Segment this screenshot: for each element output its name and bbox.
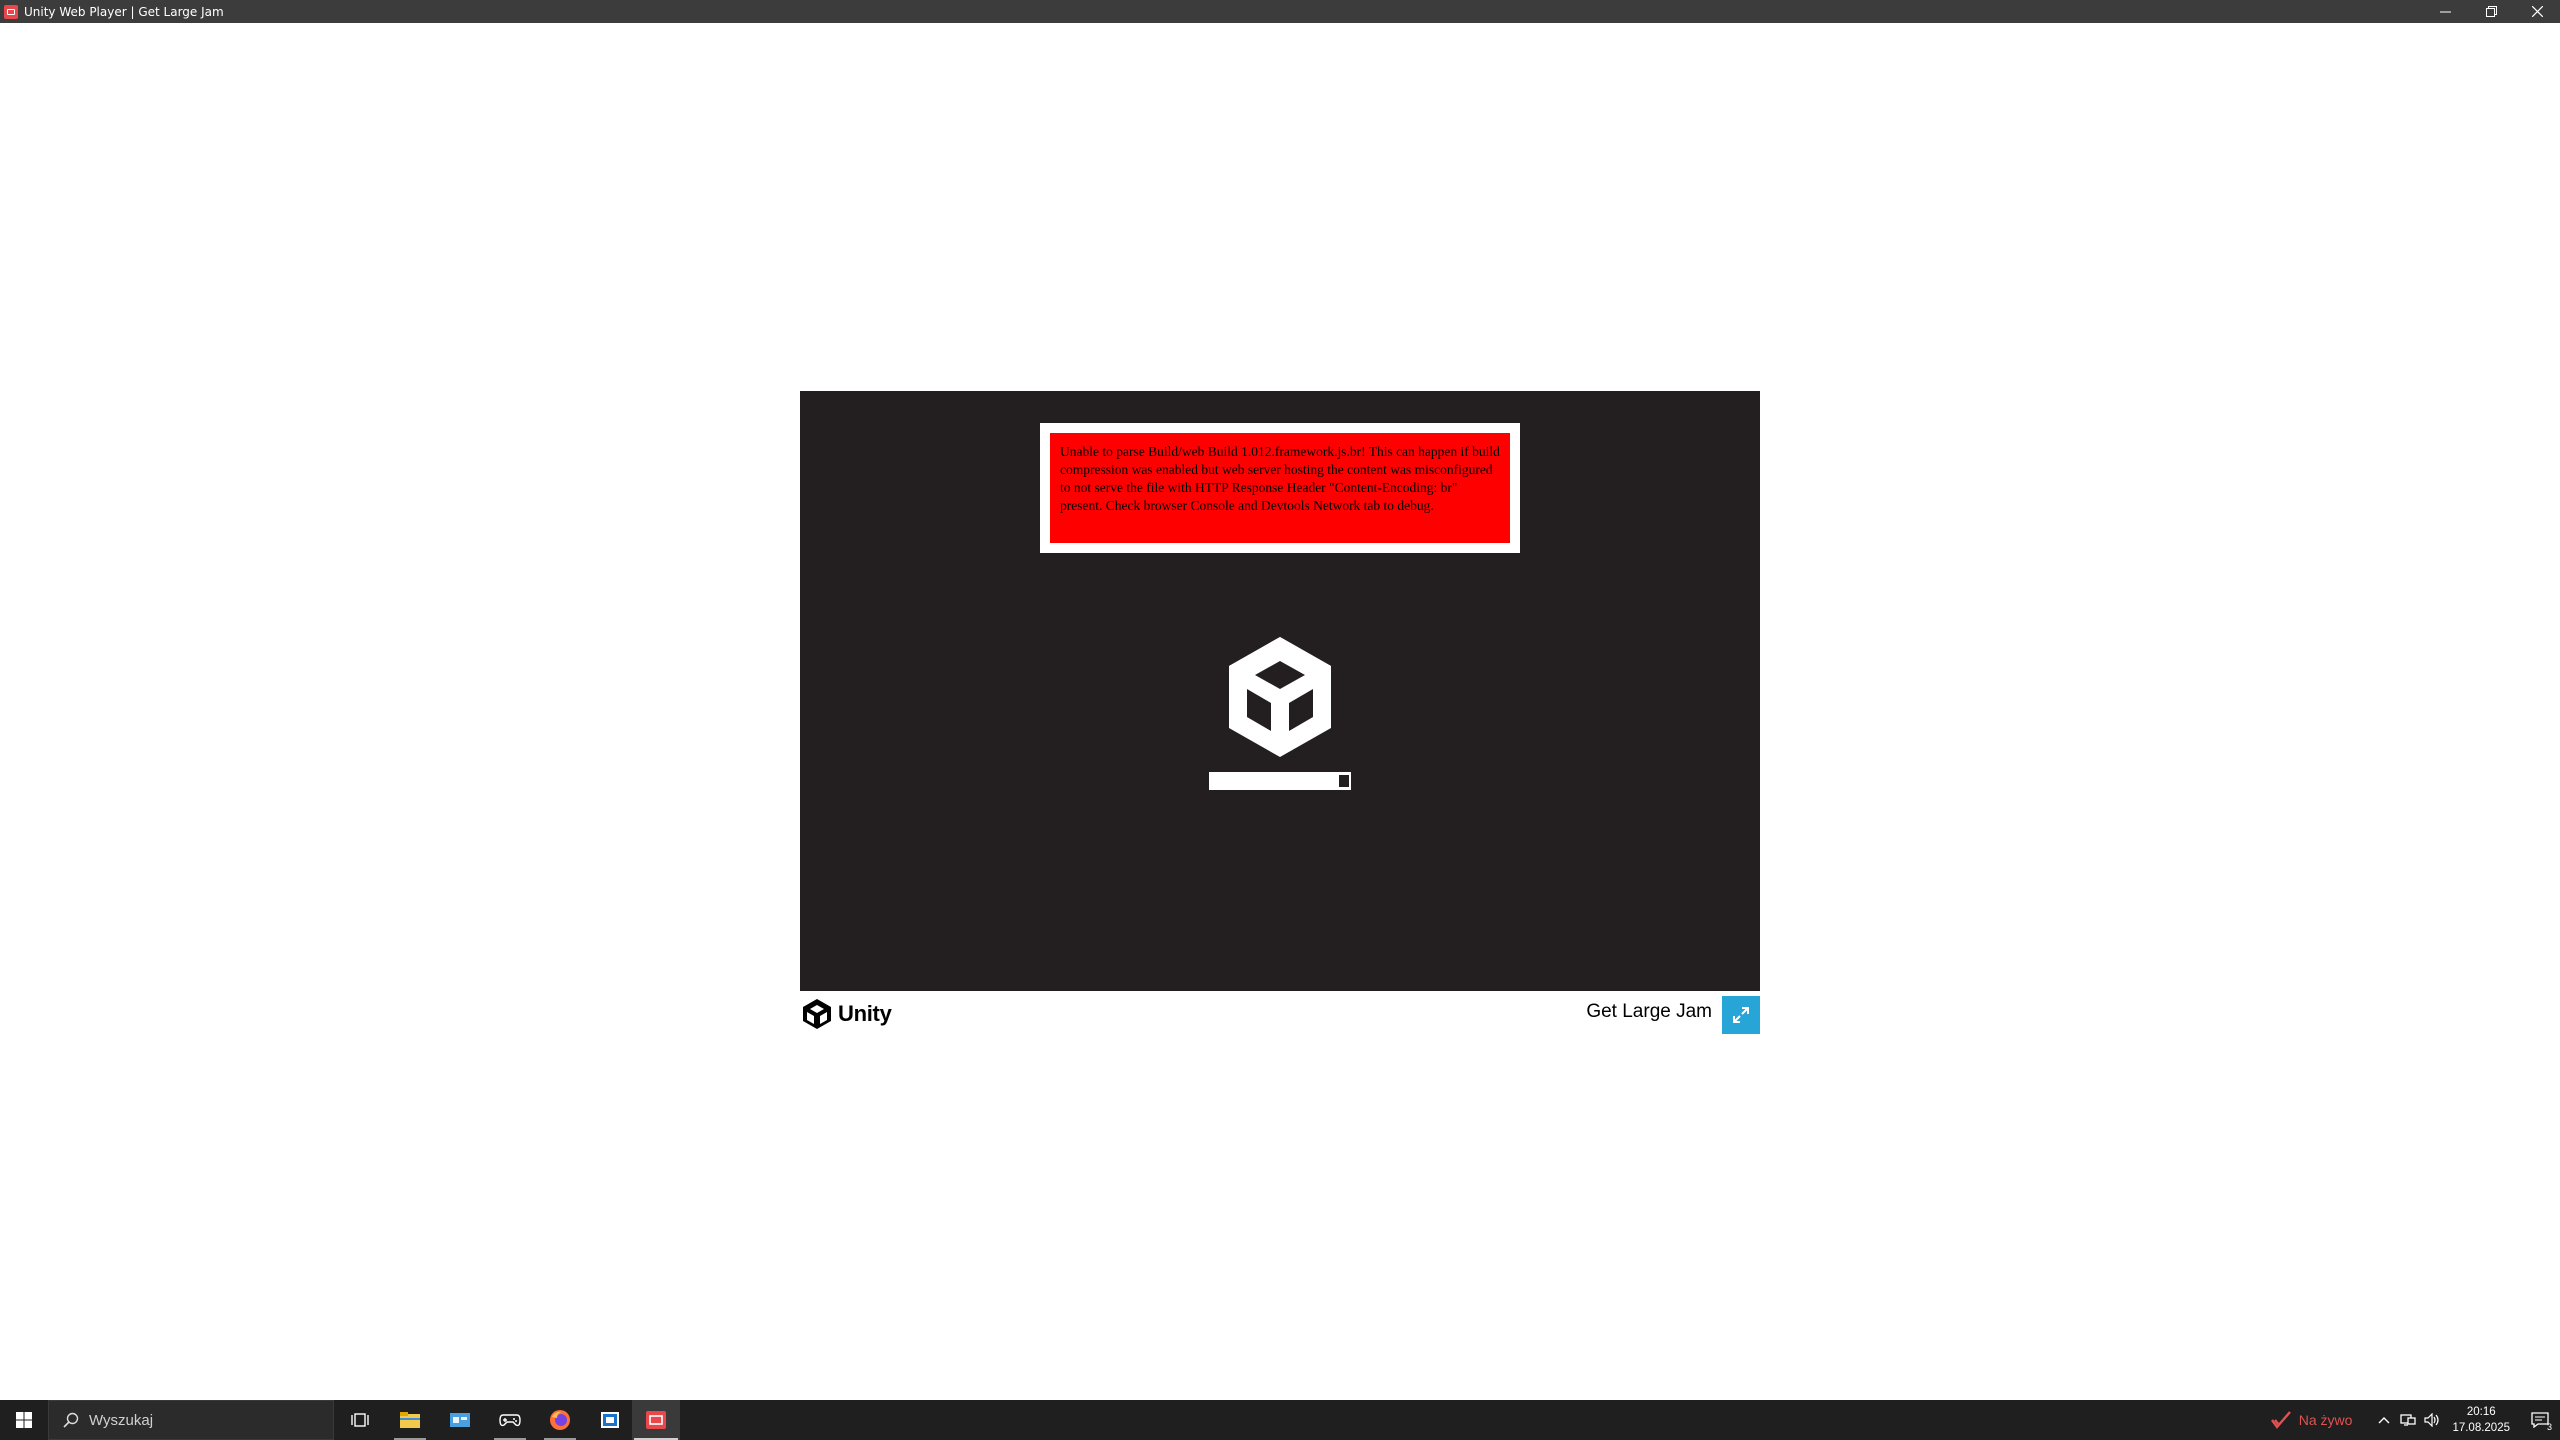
search-placeholder: Wyszukaj — [89, 1411, 154, 1429]
folder-icon — [400, 1412, 420, 1428]
firefox-icon — [550, 1410, 570, 1430]
window-titlebar: Unity Web Player | Get Large Jam — [0, 0, 2560, 23]
unity-canvas[interactable]: Unable to parse Build/web Build 1.012.fr… — [800, 391, 1760, 991]
error-message: Unable to parse Build/web Build 1.012.fr… — [1050, 433, 1510, 543]
unity-footer: Unity Get Large Jam — [800, 991, 1760, 1037]
taskbar-firefox[interactable] — [536, 1400, 584, 1440]
taskbar-app-2[interactable] — [436, 1400, 484, 1440]
error-banner: Unable to parse Build/web Build 1.012.fr… — [1040, 423, 1520, 553]
taskbar-unity-web-player[interactable] — [632, 1400, 680, 1440]
taskbar: Wyszukaj Na żywo 20:16 17.08.2025 3 — [0, 1400, 2560, 1440]
window-title: Unity Web Player | Get Large Jam — [24, 4, 224, 19]
unity-wordmark: Unity — [802, 997, 892, 1031]
volume-button[interactable] — [2420, 1400, 2444, 1440]
loading-progress-end — [1339, 775, 1349, 787]
taskbar-search[interactable]: Wyszukaj — [48, 1400, 334, 1440]
notification-count: 3 — [2546, 1422, 2552, 1432]
live-label: Na żywo — [2298, 1412, 2353, 1428]
restore-button[interactable] — [2468, 0, 2514, 23]
window-controls — [2422, 0, 2560, 23]
start-button[interactable] — [0, 1400, 48, 1440]
close-button[interactable] — [2514, 0, 2560, 23]
app-window-icon — [450, 1413, 470, 1427]
search-icon — [63, 1412, 79, 1428]
taskbar-game-controller[interactable] — [486, 1400, 534, 1440]
unity-logo-icon — [1229, 637, 1331, 757]
taskbar-app-5[interactable] — [586, 1400, 634, 1440]
speaker-icon — [2424, 1413, 2440, 1427]
network-icon — [2400, 1414, 2417, 1426]
system-tray: Na żywo 20:16 17.08.2025 3 — [2270, 1400, 2560, 1440]
fullscreen-icon — [1733, 1007, 1749, 1023]
minimize-button[interactable] — [2422, 0, 2468, 23]
network-button[interactable] — [2396, 1400, 2420, 1440]
clock-time: 20:16 — [2466, 1406, 2496, 1418]
unity-small-logo-icon — [803, 999, 831, 1029]
unity-web-player-icon — [646, 1411, 666, 1429]
restore-icon — [2485, 6, 2497, 17]
minimize-icon — [2439, 11, 2451, 13]
unity-logo-text: Unity — [838, 1001, 892, 1026]
task-view-button[interactable] — [336, 1400, 384, 1440]
chevron-up-icon — [2378, 1417, 2390, 1424]
windows-icon — [16, 1412, 32, 1428]
notification-center-button[interactable]: 3 — [2520, 1400, 2560, 1440]
app-icon — [4, 4, 18, 19]
loading-progress-bar — [1209, 772, 1351, 790]
clock-date: 17.08.2025 — [2452, 1422, 2510, 1434]
taskbar-file-explorer[interactable] — [386, 1400, 434, 1440]
tray-overflow-button[interactable] — [2372, 1400, 2396, 1440]
task-view-icon — [351, 1413, 369, 1427]
loading-progress-fill — [1209, 772, 1340, 790]
window-app-icon — [601, 1412, 619, 1428]
close-icon — [2531, 6, 2543, 17]
build-title: Get Large Jam — [1586, 1001, 1712, 1022]
taskbar-clock[interactable]: 20:16 17.08.2025 — [2452, 1404, 2510, 1436]
live-check-icon — [2270, 1411, 2291, 1429]
live-status[interactable]: Na żywo — [2270, 1411, 2353, 1429]
fullscreen-button[interactable] — [1722, 996, 1760, 1034]
gamepad-icon — [499, 1414, 521, 1427]
